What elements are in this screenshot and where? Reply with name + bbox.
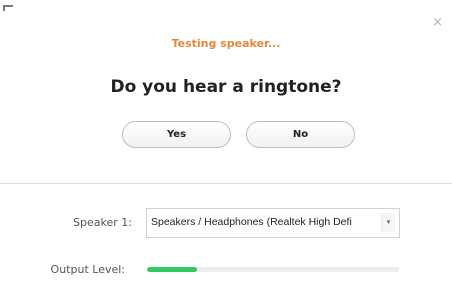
speaker-select[interactable]: Speakers / Headphones (Realtek High Defi…: [146, 208, 400, 238]
output-level-meter: [147, 267, 399, 272]
dropdown-arrow-icon[interactable]: ▾: [381, 213, 395, 232]
output-level-label: Output Level:: [50, 263, 125, 276]
output-level-fill: [147, 267, 198, 272]
speaker-test-dialog: × Testing speaker... Do you hear a ringt…: [0, 0, 452, 301]
speaker-label: Speaker 1:: [73, 216, 132, 229]
yes-button[interactable]: Yes: [122, 121, 231, 148]
close-icon[interactable]: ×: [432, 16, 443, 29]
window-corner-mark: [3, 5, 13, 11]
no-button[interactable]: No: [246, 121, 355, 148]
speaker-selected-value: Speakers / Headphones (Realtek High Defi: [151, 216, 352, 228]
section-divider: [0, 183, 452, 184]
testing-status-text: Testing speaker...: [171, 37, 281, 50]
ringtone-question: Do you hear a ringtone?: [110, 77, 342, 97]
